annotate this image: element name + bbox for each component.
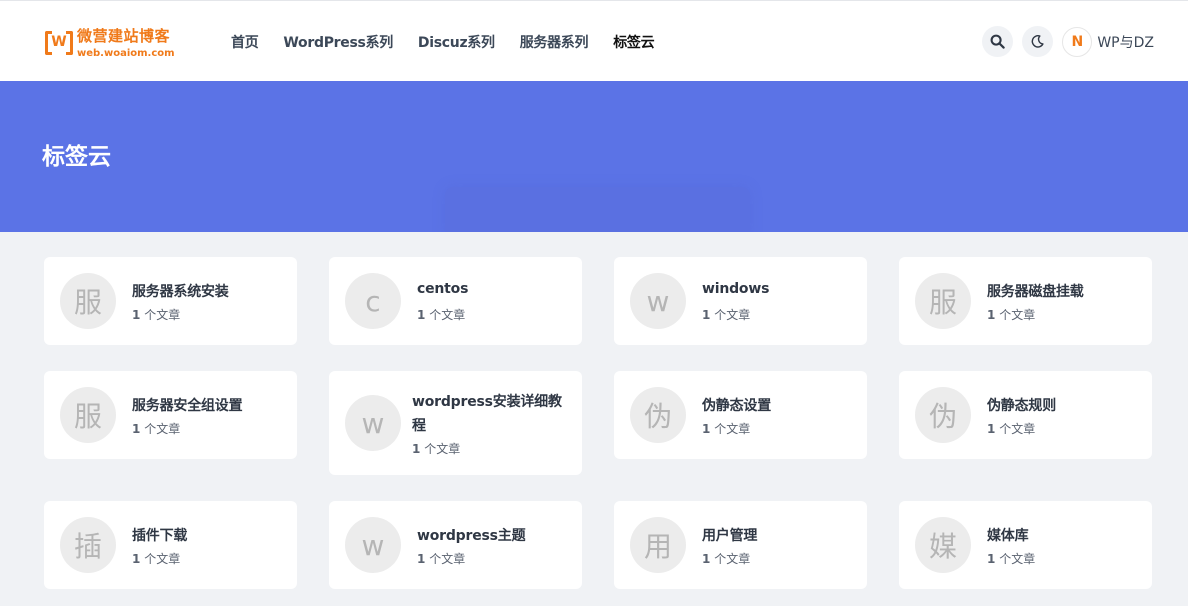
- tag-initial-avatar: w: [345, 517, 401, 573]
- tag-count: 1 个文章: [417, 308, 466, 322]
- tag-initial-avatar: 用: [630, 517, 686, 573]
- tag-name-wrap[interactable]: 程: [412, 415, 426, 435]
- tag-count: 1 个文章: [132, 308, 181, 322]
- nav-tag-cloud[interactable]: 标签云: [613, 32, 654, 52]
- tag-initial-avatar: w: [630, 273, 686, 329]
- tag-name[interactable]: 插件下载: [132, 525, 187, 545]
- search-icon: [990, 34, 1006, 49]
- tag-initial-avatar: 伪: [915, 387, 971, 443]
- tag-card[interactable]: 用 用户管理 1 个文章: [614, 501, 867, 589]
- tag-card[interactable]: w wordpress安装详细教 程 1 个文章: [329, 371, 582, 475]
- user-avatar[interactable]: N: [1062, 26, 1093, 57]
- tag-count: 1 个文章: [702, 422, 751, 436]
- nav-server[interactable]: 服务器系列: [520, 32, 589, 52]
- logo-icon: W: [45, 28, 73, 56]
- tag-card[interactable]: 服 服务器磁盘挂载 1 个文章: [899, 257, 1152, 345]
- site-header: W 微营建站博客 web.woaiom.com 首页 WordPress系列 D…: [0, 0, 1188, 81]
- tag-card[interactable]: w windows 1 个文章: [614, 257, 867, 345]
- tag-name[interactable]: windows: [702, 281, 769, 297]
- tag-initial-avatar: 插: [60, 517, 116, 573]
- logo-title: 微营建站博客: [77, 27, 171, 45]
- nav-discuz[interactable]: Discuz系列: [418, 32, 495, 52]
- tag-count: 1 个文章: [412, 442, 461, 456]
- tag-name[interactable]: 伪静态规则: [987, 395, 1056, 415]
- tag-count: 1 个文章: [132, 552, 181, 566]
- tag-name[interactable]: wordpress安装详细教: [412, 391, 562, 411]
- tag-count: 1 个文章: [987, 308, 1036, 322]
- tag-initial-avatar: 媒: [915, 517, 971, 573]
- main-nav: 首页 WordPress系列 Discuz系列 服务器系列 标签云: [231, 32, 679, 52]
- tag-name[interactable]: 服务器系统安装: [132, 281, 229, 301]
- dark-mode-toggle[interactable]: [1022, 26, 1054, 57]
- page-title: 标签云: [42, 144, 111, 170]
- tag-initial-avatar: 服: [915, 273, 971, 329]
- tag-initial-avatar: 服: [60, 273, 116, 329]
- site-name[interactable]: WP与DZ: [1097, 32, 1154, 52]
- tag-card[interactable]: 服 服务器系统安装 1 个文章: [44, 257, 297, 345]
- site-logo[interactable]: W 微营建站博客 web.woaiom.com: [45, 27, 175, 59]
- tag-count: 1 个文章: [987, 422, 1036, 436]
- tag-name[interactable]: wordpress主题: [417, 525, 526, 545]
- tag-card[interactable]: 服 服务器安全组设置 1 个文章: [44, 371, 297, 459]
- banner-decoration: [445, 187, 750, 232]
- tag-count: 1 个文章: [987, 552, 1036, 566]
- page-banner: 标签云: [0, 81, 1188, 232]
- tag-card[interactable]: w wordpress主题 1 个文章: [329, 501, 582, 589]
- tag-name[interactable]: 媒体库: [987, 525, 1029, 545]
- tag-card[interactable]: 插 插件下载 1 个文章: [44, 501, 297, 589]
- tag-initial-avatar: c: [345, 273, 401, 329]
- search-button[interactable]: [982, 26, 1014, 57]
- nav-wordpress[interactable]: WordPress系列: [283, 32, 393, 52]
- tag-name[interactable]: 服务器安全组设置: [132, 395, 243, 415]
- tag-card[interactable]: 媒 媒体库 1 个文章: [899, 501, 1152, 589]
- tag-name[interactable]: centos: [417, 281, 468, 297]
- tag-count: 1 个文章: [702, 308, 751, 322]
- tag-name[interactable]: 伪静态设置: [702, 395, 771, 415]
- tag-count: 1 个文章: [417, 552, 466, 566]
- logo-domain: web.woaiom.com: [77, 48, 175, 59]
- tag-name[interactable]: 用户管理: [702, 525, 757, 545]
- header-actions: N WP与DZ: [982, 26, 1154, 57]
- moon-icon: [1031, 35, 1044, 48]
- tag-card[interactable]: 伪 伪静态设置 1 个文章: [614, 371, 867, 459]
- tag-card[interactable]: c centos 1 个文章: [329, 257, 582, 345]
- tag-initial-avatar: w: [345, 395, 401, 451]
- tag-initial-avatar: 伪: [630, 387, 686, 443]
- tag-count: 1 个文章: [132, 422, 181, 436]
- tag-name[interactable]: 服务器磁盘挂载: [987, 281, 1084, 301]
- nav-home[interactable]: 首页: [231, 32, 259, 52]
- tag-card[interactable]: 伪 伪静态规则 1 个文章: [899, 371, 1152, 459]
- tag-initial-avatar: 服: [60, 387, 116, 443]
- tag-count: 1 个文章: [702, 552, 751, 566]
